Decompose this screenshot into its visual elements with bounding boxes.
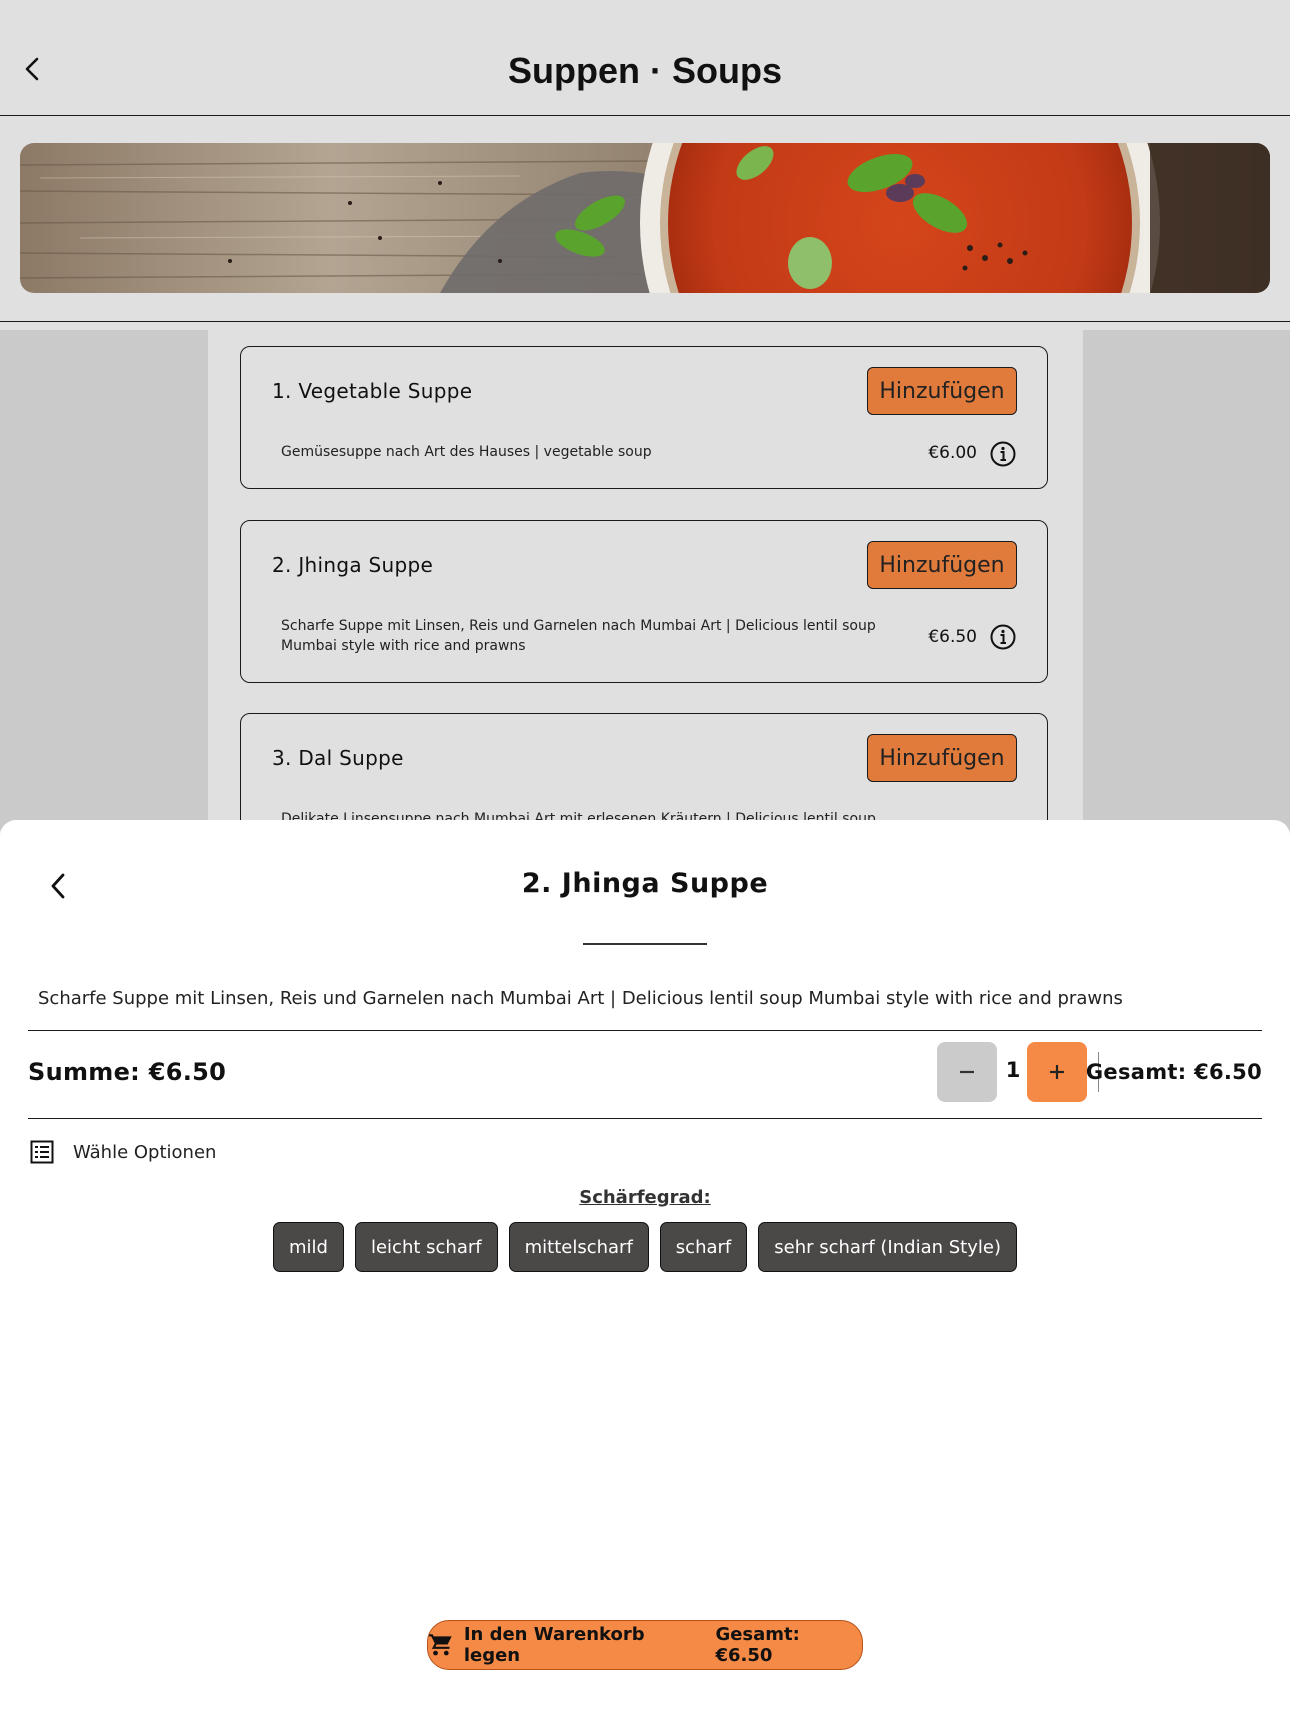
add-button[interactable]: Hinzufügen: [867, 541, 1017, 589]
divider: [28, 1030, 1262, 1031]
spice-level-options: mild leicht scharf mittelscharf scharf s…: [0, 1222, 1290, 1272]
app-header: Suppen · Soups: [0, 0, 1290, 116]
spice-option-scharf[interactable]: scharf: [659, 1222, 748, 1272]
quantity-value: 1: [1005, 1058, 1021, 1082]
choose-options-label[interactable]: Wähle Optionen: [73, 1142, 216, 1163]
subtotal-label: Summe: €6.50: [28, 1058, 227, 1086]
total-label: Gesamt: €6.50: [1085, 1060, 1262, 1084]
sheet-description: Scharfe Suppe mit Linsen, Reis und Garne…: [38, 988, 1123, 1009]
menu-item-title: 3. Dal Suppe: [272, 746, 404, 770]
minus-icon: [960, 1070, 974, 1074]
add-to-cart-total: Gesamt: €6.50: [715, 1624, 800, 1666]
add-button[interactable]: Hinzufügen: [867, 734, 1017, 782]
cart-icon: [429, 1634, 452, 1656]
item-detail-sheet: 2. Jhinga Suppe Scharfe Suppe mit Linsen…: [0, 820, 1290, 1720]
menu-item-price: €6.50: [928, 627, 977, 647]
info-icon[interactable]: [990, 624, 1016, 650]
spice-option-mild[interactable]: mild: [273, 1222, 344, 1272]
spice-option-mittelscharf[interactable]: mittelscharf: [508, 1222, 649, 1272]
banner-image: [20, 143, 1270, 293]
menu-item-title: 1. Vegetable Suppe: [272, 379, 473, 403]
sheet-title: 2. Jhinga Suppe: [521, 868, 769, 899]
list-icon: [30, 1140, 54, 1164]
menu-item-card: 1. Vegetable Suppe Hinzufügen Gemüsesupp…: [240, 346, 1048, 489]
menu-item-card: 2. Jhinga Suppe Hinzufügen Scharfe Suppe…: [240, 520, 1048, 683]
menu-item-price: €6.00: [928, 443, 977, 463]
page-title: Suppen · Soups: [508, 50, 782, 91]
spice-option-sehr-scharf[interactable]: sehr scharf (Indian Style): [758, 1222, 1017, 1272]
sheet-divider: [583, 943, 707, 945]
menu-item-title: 2. Jhinga Suppe: [272, 553, 434, 577]
menu-item-description: Gemüsesuppe nach Art des Hauses | vegeta…: [281, 444, 652, 460]
decrease-quantity-button[interactable]: [937, 1042, 997, 1102]
side-panel-left: [0, 330, 208, 830]
spice-level-heading: Schärfegrad:: [579, 1187, 711, 1208]
plus-icon: [1050, 1065, 1064, 1079]
side-panel-right: [1083, 330, 1290, 830]
increase-quantity-button[interactable]: [1027, 1042, 1087, 1102]
info-icon[interactable]: [990, 441, 1016, 467]
add-to-cart-label: In den Warenkorb legen: [463, 1624, 645, 1666]
banner-section: [0, 116, 1290, 322]
menu-item-description: Scharfe Suppe mit Linsen, Reis und Garne…: [281, 618, 876, 654]
divider: [28, 1118, 1262, 1119]
add-button[interactable]: Hinzufügen: [867, 367, 1017, 415]
add-to-cart-button[interactable]: In den Warenkorb legen Gesamt: €6.50: [427, 1620, 863, 1670]
spice-option-leicht-scharf[interactable]: leicht scharf: [354, 1222, 498, 1272]
